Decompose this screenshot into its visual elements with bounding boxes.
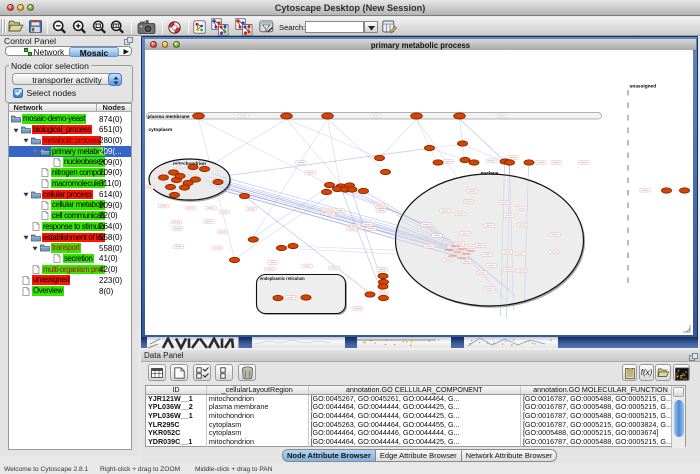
svg-text:cytoplasm: cytoplasm	[148, 127, 172, 133]
svg-text:unassigned: unassigned	[629, 84, 656, 90]
svg-text:plasma membrane: plasma membrane	[147, 114, 189, 120]
svg-text:nucleus: nucleus	[480, 171, 498, 176]
svg-text:endoplasmic reticulum: endoplasmic reticulum	[260, 276, 305, 281]
